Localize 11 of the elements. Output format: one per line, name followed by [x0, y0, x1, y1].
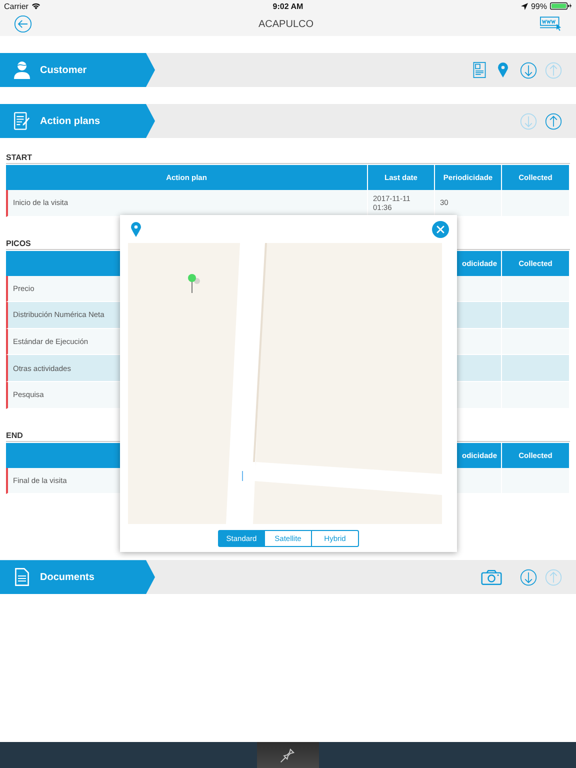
- group-heading: START: [6, 153, 570, 164]
- section-bar[interactable]: Customer: [0, 53, 576, 87]
- battery-label: 99%: [530, 2, 547, 10]
- page-title: ACAPULCO: [258, 18, 314, 30]
- section-bar[interactable]: Documents: [0, 560, 576, 594]
- section-title: Customer: [40, 64, 87, 76]
- carrier-label: Carrier: [4, 2, 28, 10]
- section-title: Action plans: [40, 116, 100, 126]
- time-label: 9:02 AM: [272, 2, 304, 10]
- section-title: Documents: [40, 572, 94, 583]
- section-bar[interactable]: Action plans: [0, 104, 576, 138]
